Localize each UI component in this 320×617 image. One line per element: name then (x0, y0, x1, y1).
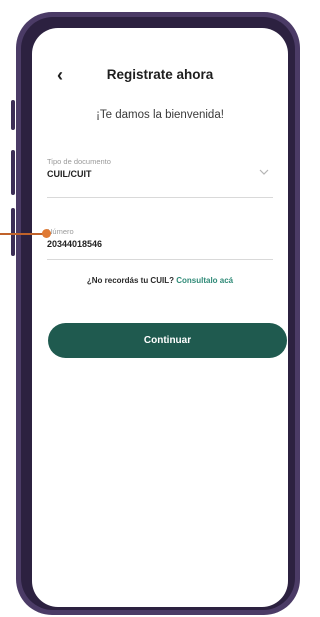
welcome-text: ¡Te damos la bienvenida! (96, 109, 224, 121)
volume-up-button (11, 100, 15, 130)
volume-down-button (11, 150, 15, 195)
annotation-line (0, 233, 46, 235)
annotation-dot (42, 229, 51, 238)
number-value: 20344018546 (47, 239, 103, 249)
document-type-label: Tipo de documento (47, 157, 111, 166)
consult-link[interactable]: Consultalo acá (176, 276, 233, 285)
phone-frame: ‹ Registrate ahora ¡Te damos la bienveni… (16, 12, 300, 615)
chevron-down-icon (259, 169, 269, 175)
power-button (11, 208, 15, 256)
number-input[interactable]: Número 20344018546 (47, 227, 273, 260)
document-type-value: CUIL/CUIT (47, 169, 92, 179)
forgot-cuil-hint: ¿No recordás tu CUIL? Consultalo acá (32, 276, 288, 285)
number-label: Número (47, 227, 74, 236)
continue-button[interactable]: Continuar (48, 323, 287, 358)
app-screen: ‹ Registrate ahora ¡Te damos la bienveni… (32, 28, 288, 607)
page-title: Registrate ahora (106, 67, 214, 82)
document-type-select[interactable]: Tipo de documento CUIL/CUIT (47, 157, 273, 198)
forgot-cuil-text: ¿No recordás tu CUIL? (86, 276, 174, 285)
top-bar: ‹ Registrate ahora (32, 64, 288, 86)
